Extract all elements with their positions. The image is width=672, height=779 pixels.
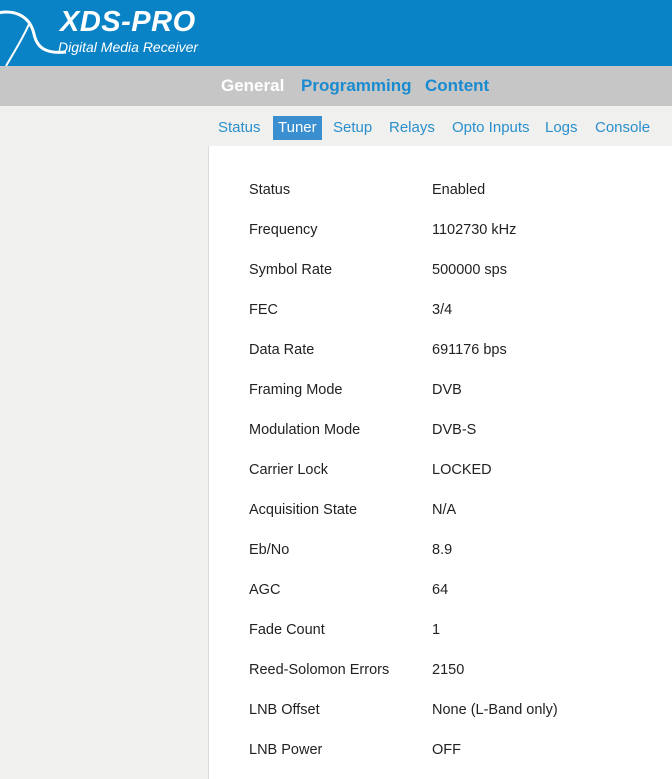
row-label: Reed-Solomon Errors (249, 662, 390, 678)
row-value: Enabled (432, 182, 486, 198)
tuner-row-eb-no: Eb/No 8.9 (249, 540, 669, 560)
row-label: Framing Mode (249, 382, 343, 398)
tuner-row-frequency: Frequency 1102730 kHz (249, 220, 669, 240)
tuner-row-lnb-power: LNB Power OFF (249, 740, 669, 760)
tuner-row-carrier-lock: Carrier Lock LOCKED (249, 460, 669, 480)
row-value: 2150 (432, 662, 465, 678)
row-value: DVB-S (432, 422, 477, 438)
row-value: 691176 bps (432, 342, 507, 358)
nav-programming[interactable]: Programming (301, 76, 412, 96)
brand-subtitle: Digital Media Receiver (58, 39, 199, 55)
tuner-status-panel: Status Enabled Frequency 1102730 kHz Sym… (208, 146, 672, 779)
tab-relays[interactable]: Relays (384, 116, 440, 140)
brand-title: XDS-PRO (60, 6, 196, 38)
sub-nav: Status Tuner Setup Relays Opto Inputs Lo… (0, 106, 672, 148)
tab-opto-inputs[interactable]: Opto Inputs (447, 116, 535, 140)
tab-setup[interactable]: Setup (328, 116, 377, 140)
tab-tuner[interactable]: Tuner (273, 116, 322, 140)
app-header: XDS-PRO Digital Media Receiver (0, 0, 672, 66)
row-label: Eb/No (249, 542, 290, 558)
tuner-row-data-rate: Data Rate 691176 bps (249, 340, 669, 360)
tab-status[interactable]: Status (213, 116, 266, 140)
tuner-row-acquisition-state: Acquisition State N/A (249, 500, 669, 520)
row-value: 8.9 (432, 542, 453, 558)
row-value: OFF (432, 742, 461, 758)
tab-console[interactable]: Console (590, 116, 655, 140)
row-label: Symbol Rate (249, 262, 333, 278)
nav-general[interactable]: General (221, 76, 284, 96)
tuner-row-fade-count: Fade Count 1 (249, 620, 669, 640)
row-label: LNB Power (249, 742, 323, 758)
tuner-row-framing-mode: Framing Mode DVB (249, 380, 669, 400)
row-label: AGC (249, 582, 281, 598)
row-label: Frequency (249, 222, 318, 238)
main-nav: General Programming Content (0, 66, 672, 106)
row-label: Status (249, 182, 291, 198)
row-value: LOCKED (432, 462, 492, 478)
row-value: N/A (432, 502, 457, 518)
row-label: FEC (249, 302, 278, 318)
tuner-row-status: Status Enabled (249, 180, 669, 200)
tuner-row-modulation-mode: Modulation Mode DVB-S (249, 420, 669, 440)
row-value: 500000 sps (432, 262, 507, 278)
row-label: Data Rate (249, 342, 315, 358)
tuner-row-lnb-offset: LNB Offset None (L-Band only) (249, 700, 669, 720)
row-label: Acquisition State (249, 502, 358, 518)
tuner-row-symbol-rate: Symbol Rate 500000 sps (249, 260, 669, 280)
row-value: 1 (432, 622, 441, 638)
row-value: None (L-Band only) (432, 702, 558, 718)
nav-content[interactable]: Content (425, 76, 489, 96)
row-value: 1102730 kHz (432, 222, 517, 238)
row-value: 3/4 (432, 302, 453, 318)
tuner-row-fec: FEC 3/4 (249, 300, 669, 320)
tuner-row-agc: AGC 64 (249, 580, 669, 600)
row-value: DVB (432, 382, 462, 398)
row-label: Fade Count (249, 622, 325, 638)
tab-logs[interactable]: Logs (540, 116, 583, 140)
row-label: Carrier Lock (249, 462, 328, 478)
row-value: 64 (432, 582, 449, 598)
tuner-row-reed-solomon-errors: Reed-Solomon Errors 2150 (249, 660, 669, 680)
row-label: LNB Offset (249, 702, 320, 718)
row-label: Modulation Mode (249, 422, 361, 438)
